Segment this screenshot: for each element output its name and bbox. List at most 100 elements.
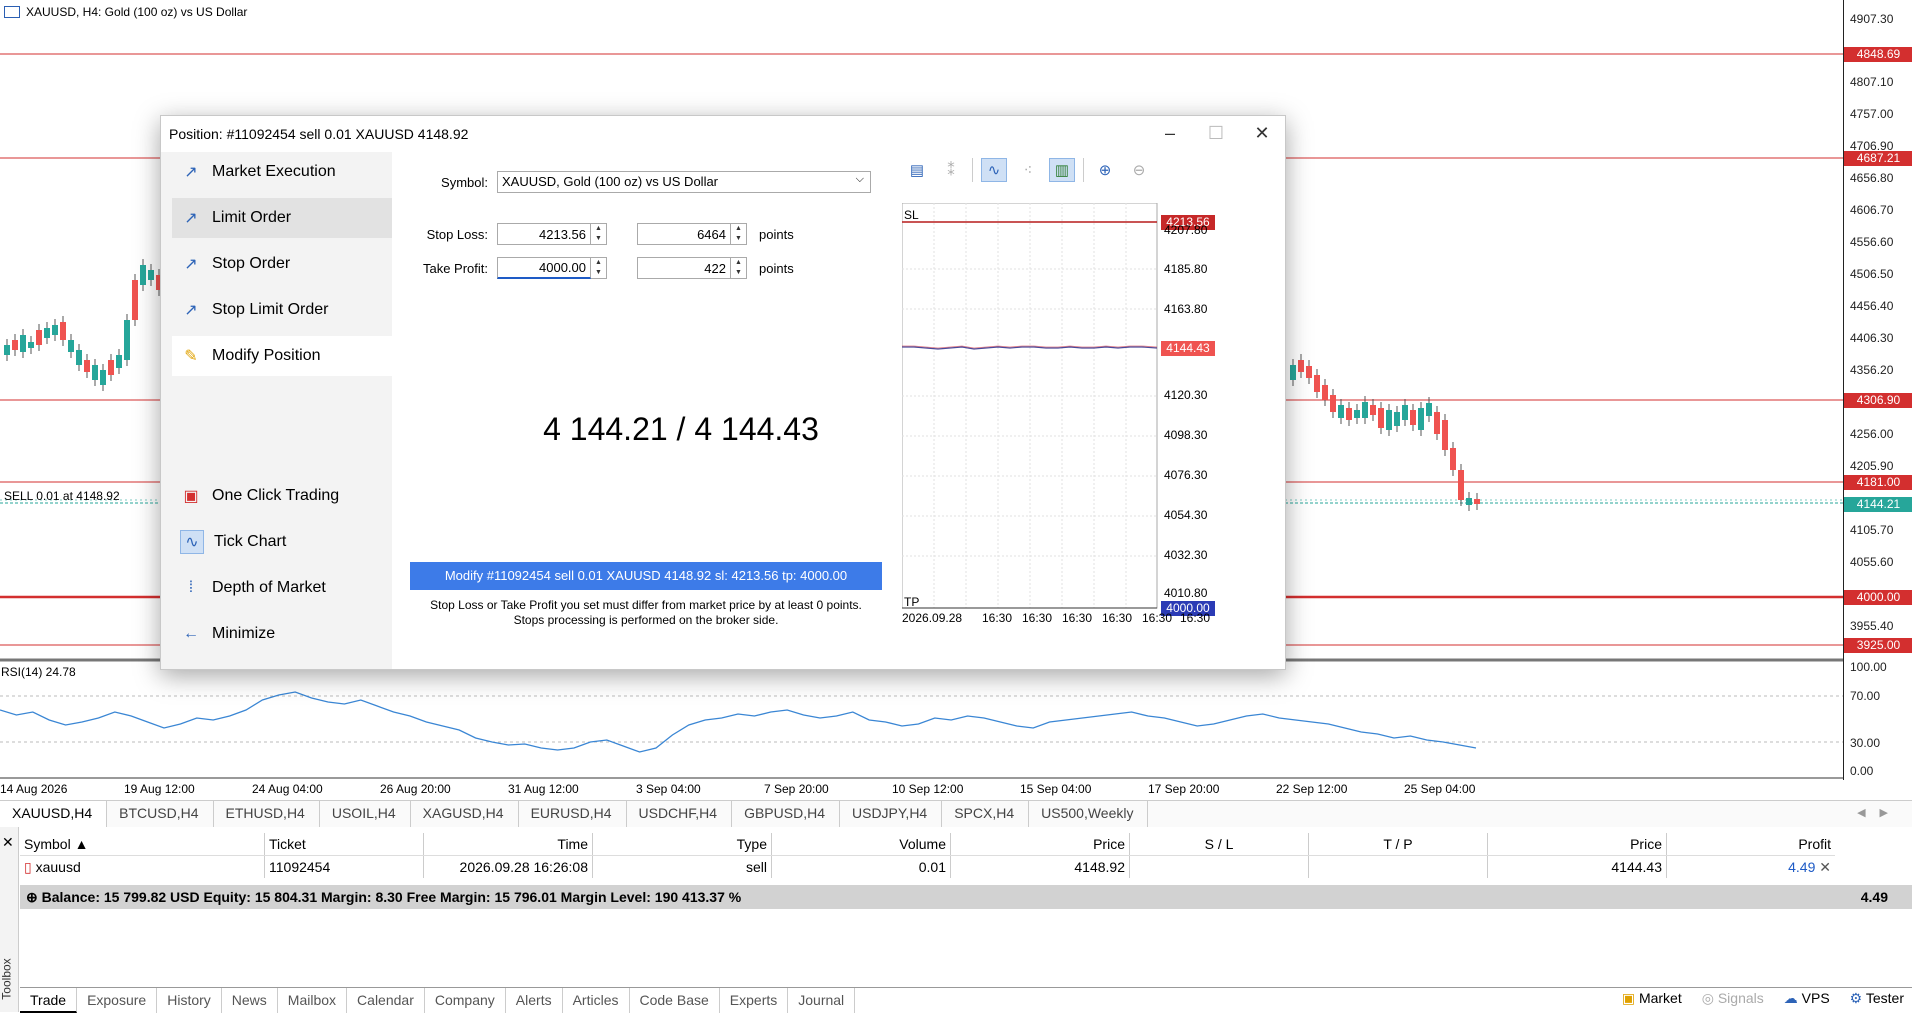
maximize-button[interactable]: ☐	[1193, 116, 1239, 152]
sidebar-item-one-click-trading[interactable]: ▣ One Click Trading	[172, 476, 392, 516]
table-row[interactable]: ▯ xauusd 11092454 2026.09.28 16:26:08 se…	[20, 855, 1835, 878]
time-label: 15 Sep 04:00	[1020, 782, 1092, 796]
close-icon[interactable]: ✕	[2, 834, 14, 851]
tick-chart[interactable]: SL TP 4213.56 4207.80 4185.80 4163.80 41…	[901, 202, 1274, 626]
dialog-title: Position: #11092454 sell 0.01 XAUUSD 414…	[169, 126, 469, 142]
symbol-tab[interactable]: EURUSD,H4	[519, 801, 627, 827]
zoom-in-icon[interactable]: ⊕	[1092, 158, 1118, 182]
symbol-tab[interactable]: USOIL,H4	[320, 801, 411, 827]
stop-loss-points-spinner[interactable]: ▲ ▼	[731, 223, 747, 245]
sidebar-item-stop-limit-order[interactable]: ↗ Stop Limit Order	[172, 290, 392, 330]
minimize-button[interactable]: –	[1147, 116, 1193, 152]
symbol-tab[interactable]: USDCHF,H4	[627, 801, 733, 827]
sl-cell[interactable]	[1129, 855, 1309, 878]
stop-loss-spinner[interactable]: ▲ ▼	[591, 223, 607, 245]
toolbox-sidebar: ✕ Toolbox	[0, 827, 19, 1012]
sidebar-item-depth-of-market[interactable]: ⁞ Depth of Market	[172, 568, 392, 608]
expand-icon[interactable]: ⊕	[26, 889, 38, 905]
tab-trade[interactable]: Trade	[20, 988, 78, 1013]
bars-icon[interactable]: ⁑	[938, 158, 964, 182]
stop-order-icon: ↗	[184, 256, 198, 273]
time-label: 24 Aug 04:00	[252, 782, 323, 796]
close-button[interactable]: ✕	[1239, 116, 1285, 152]
symbol-tab[interactable]: SPCX,H4	[942, 801, 1030, 827]
tp-cell[interactable]	[1308, 855, 1488, 878]
rsi-indicator-label: RSI(14) 24.78	[1, 665, 76, 679]
column-header[interactable]: Price	[1487, 833, 1667, 856]
balance-row: ⊕ Balance: 15 799.82 USD Equity: 15 804.…	[20, 885, 1912, 909]
tab-calendar[interactable]: Calendar	[347, 988, 425, 1013]
candles-icon[interactable]: ▥	[1049, 158, 1075, 182]
zoom-out-icon[interactable]: ⊖	[1126, 158, 1152, 182]
symbol-cell: ▯ xauusd	[20, 855, 265, 878]
tab-alerts[interactable]: Alerts	[506, 988, 563, 1013]
stop-loss-points-input[interactable]	[637, 223, 731, 245]
sidebar-item-market-execution[interactable]: ↗ Market Execution	[172, 152, 392, 192]
take-profit-spinner[interactable]: ▲ ▼	[591, 257, 607, 279]
tab-scroll-arrows[interactable]: ◀▶	[1857, 806, 1902, 819]
tab-exposure[interactable]: Exposure	[77, 988, 158, 1013]
tab-history[interactable]: History	[157, 988, 222, 1013]
time-axis: 14 Aug 2026 19 Aug 12:00 24 Aug 04:00 26…	[0, 778, 1843, 800]
modify-button[interactable]: Modify #11092454 sell 0.01 XAUUSD 4148.9…	[410, 562, 882, 590]
time-label: 25 Sep 04:00	[1404, 782, 1476, 796]
bid-price-tag: 4144.21	[1844, 497, 1912, 512]
symbol-tab[interactable]: XAGUSD,H4	[411, 801, 519, 827]
take-profit-input[interactable]	[497, 257, 591, 279]
column-header[interactable]: Volume	[771, 833, 951, 856]
symbol-tab[interactable]: US500,Weekly	[1029, 801, 1149, 827]
dialog-titlebar[interactable]: Position: #11092454 sell 0.01 XAUUSD 414…	[161, 116, 1285, 152]
column-header[interactable]: Symbol ▲	[20, 833, 265, 856]
price-label: 4656.80	[1850, 171, 1894, 185]
column-header[interactable]: Price	[950, 833, 1130, 856]
chart-settings-icon[interactable]: ▤	[904, 158, 930, 182]
candle	[92, 365, 98, 380]
column-header[interactable]: Ticket	[264, 833, 424, 856]
column-header[interactable]: T / P	[1308, 833, 1488, 856]
tab-company[interactable]: Company	[425, 988, 506, 1013]
dots-icon[interactable]: ⁖	[1015, 158, 1041, 182]
tick-line-icon[interactable]: ∿	[981, 158, 1007, 182]
symbol-tab[interactable]: ETHUSD,H4	[214, 801, 320, 827]
tab-news[interactable]: News	[222, 988, 278, 1013]
symbol-tab[interactable]: GBPUSD,H4	[732, 801, 840, 827]
take-profit-points-spinner[interactable]: ▲ ▼	[731, 257, 747, 279]
sidebar-item-minimize[interactable]: ← Minimize	[172, 614, 392, 654]
price-label: 4205.90	[1850, 459, 1894, 473]
tab-experts[interactable]: Experts	[720, 988, 789, 1013]
candle	[1314, 375, 1320, 392]
tab-mailbox[interactable]: Mailbox	[278, 988, 348, 1013]
column-header[interactable]: Time	[423, 833, 593, 856]
sidebar-item-stop-order[interactable]: ↗ Stop Order	[172, 244, 392, 284]
tab-articles[interactable]: Articles	[563, 988, 630, 1013]
take-profit-label: Take Profit:	[422, 261, 488, 276]
close-position-icon[interactable]: ✕	[1819, 859, 1831, 875]
bid-price-tag: 4144.43	[1161, 341, 1215, 356]
candle	[1434, 412, 1440, 434]
market-button[interactable]: ▣ Market	[1622, 990, 1682, 1007]
symbol-tab[interactable]: USDJPY,H4	[840, 801, 943, 827]
symbol-label: Symbol:	[441, 175, 488, 190]
symbol-select[interactable]: XAUUSD, Gold (100 oz) vs US Dollar ⌵	[497, 171, 871, 193]
column-header[interactable]: S / L	[1129, 833, 1309, 856]
time-label: 17 Sep 20:00	[1148, 782, 1220, 796]
vps-button[interactable]: ☁ VPS	[1784, 990, 1830, 1007]
signals-button[interactable]: ◎ Signals	[1702, 990, 1764, 1007]
stop-loss-input[interactable]	[497, 223, 591, 245]
column-header[interactable]: Profit	[1666, 833, 1835, 856]
take-profit-points-input[interactable]	[637, 257, 731, 279]
sidebar-item-tick-chart[interactable]: ∿ Tick Chart	[172, 522, 392, 562]
sidebar-item-modify-position[interactable]: ✎ Modify Position	[172, 336, 392, 376]
sidebar-item-limit-order[interactable]: ↗ Limit Order	[172, 198, 392, 238]
price-label: 4506.50	[1850, 267, 1894, 281]
symbol-tabs: XAUUSD,H4 BTCUSD,H4 ETHUSD,H4 USOIL,H4 X…	[0, 800, 1912, 829]
price-label: 4757.00	[1850, 107, 1894, 121]
price-axis[interactable]: 4907.30 4848.69 4807.10 4757.00 4706.90 …	[1843, 0, 1912, 780]
tab-journal[interactable]: Journal	[788, 988, 856, 1013]
balance-text: Balance: 15 799.82 USD Equity: 15 804.31…	[41, 889, 742, 905]
symbol-tab[interactable]: XAUUSD,H4	[0, 801, 108, 829]
tab-code-base[interactable]: Code Base	[630, 988, 720, 1013]
symbol-tab[interactable]: BTCUSD,H4	[107, 801, 214, 827]
tester-button[interactable]: ⚙ Tester	[1850, 990, 1904, 1007]
column-header[interactable]: Type	[592, 833, 772, 856]
